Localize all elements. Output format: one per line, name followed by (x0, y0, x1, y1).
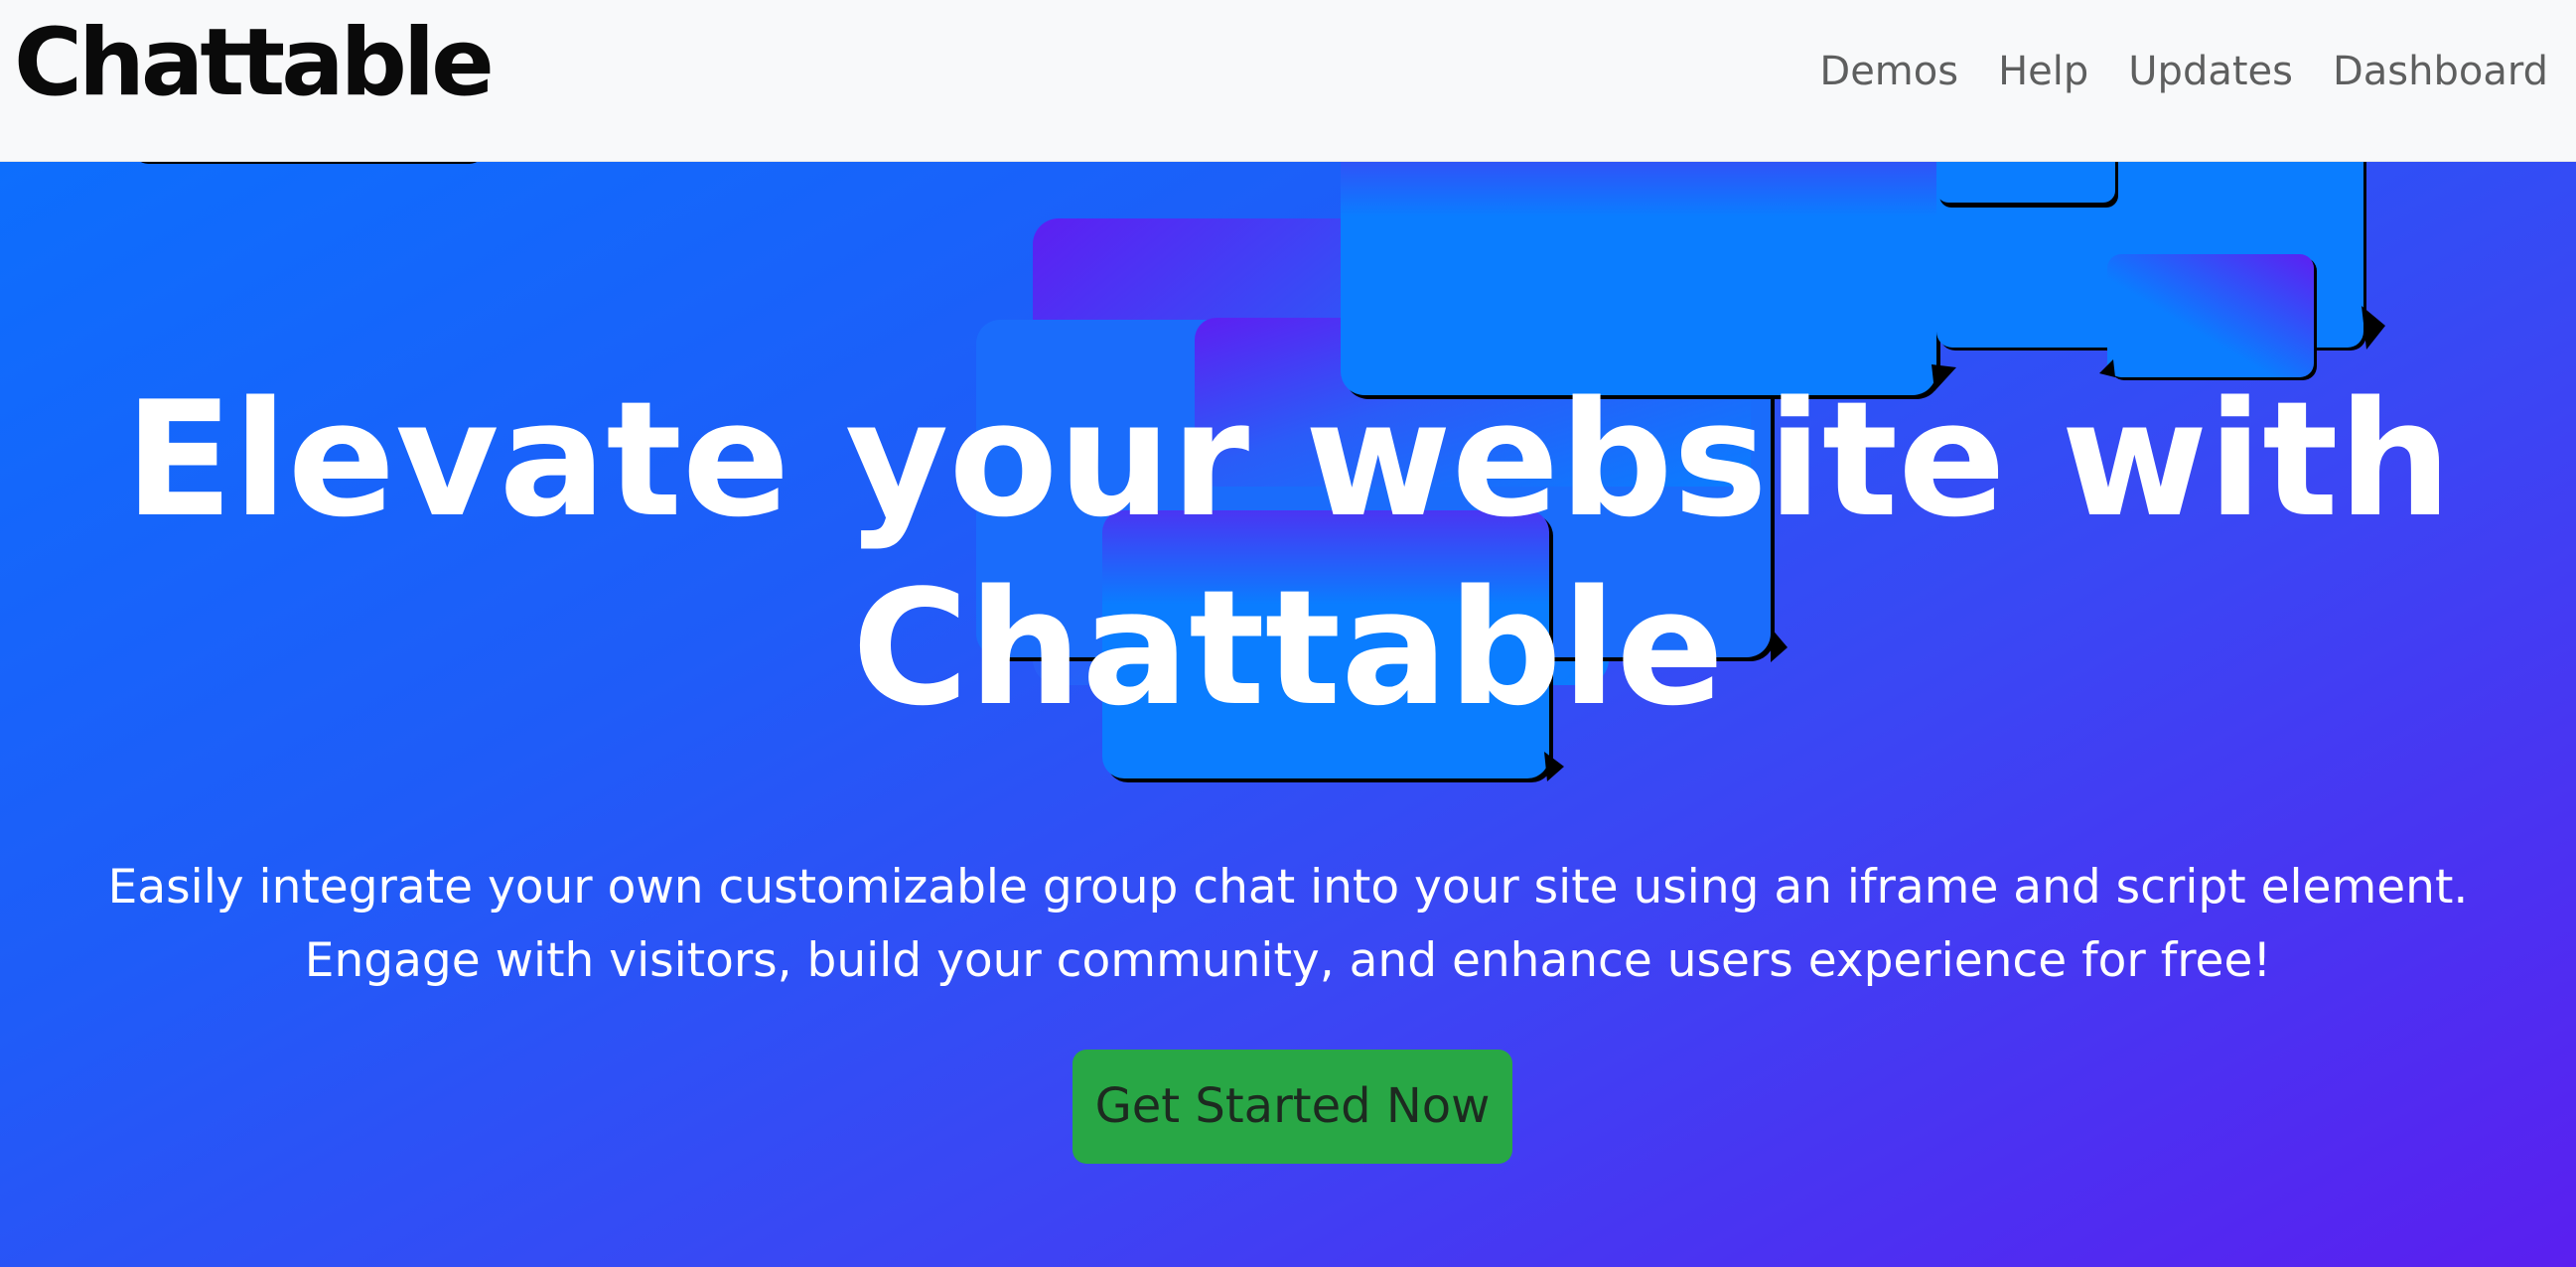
hero-subtitle-line: Easily integrate your own customizable g… (107, 860, 2469, 915)
chat-bubble-shape (1936, 161, 2118, 208)
chat-bubble-shape (2099, 254, 2317, 380)
hero-subtitle: Easily integrate your own customizable g… (0, 851, 2576, 998)
nav-link-updates[interactable]: Updates (2128, 44, 2293, 99)
hero-title-line: Chattable (851, 555, 1725, 741)
chat-bubble-shape (1341, 161, 1956, 399)
nav-link-demos[interactable]: Demos (1819, 44, 1958, 99)
get-started-button[interactable]: Get Started Now (1073, 1050, 1512, 1164)
hero-subtitle-line: Engage with visitors, build your communi… (304, 933, 2272, 988)
nav-link-help[interactable]: Help (1998, 44, 2088, 99)
top-navbar: Chattable Demos Help Updates Dashboard (0, 0, 2576, 162)
nav-links: Demos Help Updates Dashboard (1819, 44, 2548, 99)
hero-section: Elevate your website with Chattable Easi… (0, 161, 2576, 1267)
nav-link-dashboard[interactable]: Dashboard (2333, 44, 2548, 99)
hero-title-line: Elevate your website with (124, 366, 2452, 552)
brand-logo[interactable]: Chattable (14, 8, 495, 119)
hero-title: Elevate your website with Chattable (0, 365, 2576, 743)
